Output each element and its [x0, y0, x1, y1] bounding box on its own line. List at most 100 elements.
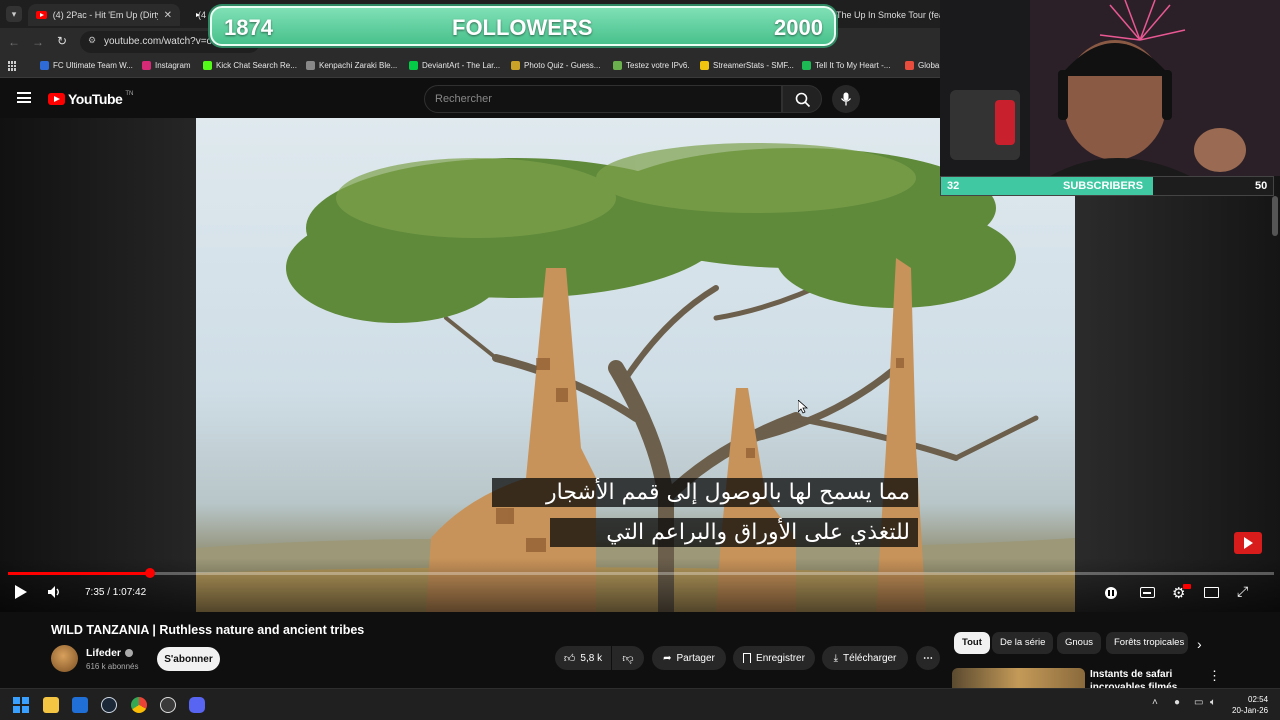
channel-avatar[interactable]	[51, 645, 78, 672]
bookmark-icon	[40, 61, 49, 70]
search-button[interactable]	[782, 85, 822, 113]
thumbs-down-icon: 👎︎	[622, 652, 634, 665]
chip-all[interactable]: Tout	[954, 632, 990, 654]
search-input[interactable]: Rechercher	[424, 85, 782, 113]
bookmark-item[interactable]: Testez votre IPv6.	[613, 61, 690, 70]
dislike-button[interactable]: 👎︎	[612, 646, 644, 670]
forward-arrow-icon[interactable]: →	[32, 35, 44, 49]
subtitles-button[interactable]	[1140, 587, 1155, 598]
bookmark-icon	[700, 61, 709, 70]
youtube-logo[interactable]: YouTube TN	[48, 91, 133, 107]
subscribe-badge-icon	[1234, 532, 1262, 554]
search-icon	[795, 92, 811, 108]
bookmark-item[interactable]: Kick Chat Search Re...	[203, 61, 297, 70]
microphone-tray-icon[interactable]: ●	[1174, 697, 1180, 708]
autoplay-toggle[interactable]	[1105, 587, 1117, 599]
chip-series[interactable]: De la série	[992, 632, 1054, 654]
download-label: Télécharger	[843, 652, 897, 664]
tab-label: (4) 2Pac - Hit 'Em Up (Dirty) (M	[52, 10, 158, 20]
subs-goal: 50	[1255, 180, 1268, 192]
volume-button[interactable]	[47, 585, 61, 604]
steam-icon[interactable]	[101, 697, 117, 713]
recommended-thumbnail[interactable]	[952, 668, 1085, 690]
captions-icon	[1143, 592, 1151, 594]
more-vertical-icon[interactable]: ⋮	[1208, 668, 1221, 684]
bookmark-label: Photo Quiz - Guess...	[524, 61, 601, 70]
tab-up-in-smoke[interactable]: The Up In Smoke Tour (feat.	[822, 4, 940, 26]
share-icon: ➦	[663, 652, 672, 664]
tab-2pac[interactable]: (4) 2Pac - Hit 'Em Up (Dirty) (M ✕	[28, 4, 180, 26]
bookmark-icon	[409, 61, 418, 70]
fullscreen-icon: ⤢	[1237, 583, 1249, 599]
back-arrow-icon[interactable]: ←	[8, 35, 20, 49]
close-icon[interactable]: ✕	[164, 10, 172, 21]
bookmark-item[interactable]: DeviantArt - The Lar...	[409, 61, 500, 70]
page-scrollbar[interactable]	[1272, 196, 1278, 236]
subscriber-count: 616 k abonnés	[86, 662, 139, 671]
voice-search-button[interactable]	[832, 85, 860, 113]
share-label: Partager	[676, 652, 715, 664]
reload-icon[interactable]: ↻	[57, 34, 67, 48]
followers-goal-overlay: 1874 FOLLOWERS 2000	[210, 6, 836, 46]
bookmark-item[interactable]: Photo Quiz - Guess...	[511, 61, 600, 70]
bookmark-item[interactable]: Instagram	[142, 61, 191, 70]
video-info-section: WILD TANZANIA | Ruthless nature and anci…	[0, 612, 1280, 693]
bookmark-icon	[743, 653, 752, 663]
chevron-down-icon: ▾	[11, 9, 17, 19]
ambient-left	[0, 118, 196, 612]
bookmark-item[interactable]: Kenpachi Zaraki Ble...	[306, 61, 397, 70]
chip-forets[interactable]: Forêts tropicales	[1106, 632, 1188, 654]
subscribe-button[interactable]: S'abonner	[157, 647, 220, 671]
time-display: 7:35 / 1:07:42	[85, 587, 147, 598]
subtitle-line-1: مما يسمح لها بالوصول إلى قمم الأشجار	[492, 478, 918, 507]
channel-name-text: Lifeder	[86, 647, 122, 659]
bookmark-label: Testez votre IPv6.	[626, 61, 690, 70]
save-button[interactable]: Enregistrer	[733, 646, 815, 670]
bookmark-item[interactable]: FC Ultimate Team W...	[40, 61, 133, 70]
followers-goal: 2000	[774, 15, 823, 40]
site-info-icon[interactable]: ⚙	[88, 35, 96, 46]
pause-icon	[1108, 590, 1114, 596]
youtube-favicon-icon	[36, 11, 47, 19]
bookmark-label: Kick Chat Search Re...	[216, 61, 297, 70]
channel-name[interactable]: Lifeder	[86, 647, 134, 659]
theater-mode-button[interactable]	[1204, 587, 1219, 598]
clock[interactable]: 02:54 20-Jan-26	[1232, 694, 1268, 716]
bookmark-icon	[613, 61, 622, 70]
menu-icon[interactable]	[17, 92, 31, 103]
tab-search-button[interactable]: ▾	[6, 6, 22, 22]
outlook-icon[interactable]	[72, 697, 88, 713]
speaker-icon[interactable]: 🔈︎	[1210, 697, 1216, 708]
play-button[interactable]	[14, 585, 28, 599]
obs-icon[interactable]	[160, 697, 176, 713]
fullscreen-button[interactable]: ⤢	[1237, 583, 1248, 600]
windows-start-icon[interactable]	[13, 697, 29, 713]
network-icon[interactable]: ▭	[1194, 697, 1203, 708]
discord-icon[interactable]	[189, 697, 205, 713]
bookmark-icon	[306, 61, 315, 70]
subscribe-label: S'abonner	[164, 653, 213, 665]
bookmark-item[interactable]: Tell It To My Heart -...	[802, 61, 890, 70]
youtube-logo-text: YouTube	[68, 91, 123, 107]
download-button[interactable]: ⤓ Télécharger	[822, 646, 908, 670]
like-button[interactable]: 👍︎ 5,8 k	[555, 646, 611, 670]
hd-badge-icon	[1183, 584, 1191, 589]
chevron-right-icon[interactable]: ›	[1197, 636, 1202, 652]
progress-bar[interactable]	[8, 568, 1274, 578]
tray-chevron-icon[interactable]: ˄	[1152, 697, 1158, 708]
chip-gnous[interactable]: Gnous	[1057, 632, 1101, 654]
bookmark-label: Instagram	[155, 61, 191, 70]
apps-grid-icon[interactable]	[8, 61, 18, 71]
bookmark-icon	[802, 61, 811, 70]
more-actions-button[interactable]: ⋯	[916, 646, 940, 670]
progress-played	[8, 572, 150, 575]
bookmark-item[interactable]: Globa	[905, 61, 939, 70]
volume-icon	[48, 586, 59, 598]
chrome-icon[interactable]	[131, 697, 147, 713]
bookmark-icon	[203, 61, 212, 70]
bookmark-item[interactable]: StreamerStats - SMF...	[700, 61, 794, 70]
subs-current: 32	[947, 180, 960, 192]
share-button[interactable]: ➦ Partager	[652, 646, 726, 670]
progress-scrubber[interactable]	[144, 568, 155, 578]
file-explorer-icon[interactable]	[43, 697, 59, 713]
